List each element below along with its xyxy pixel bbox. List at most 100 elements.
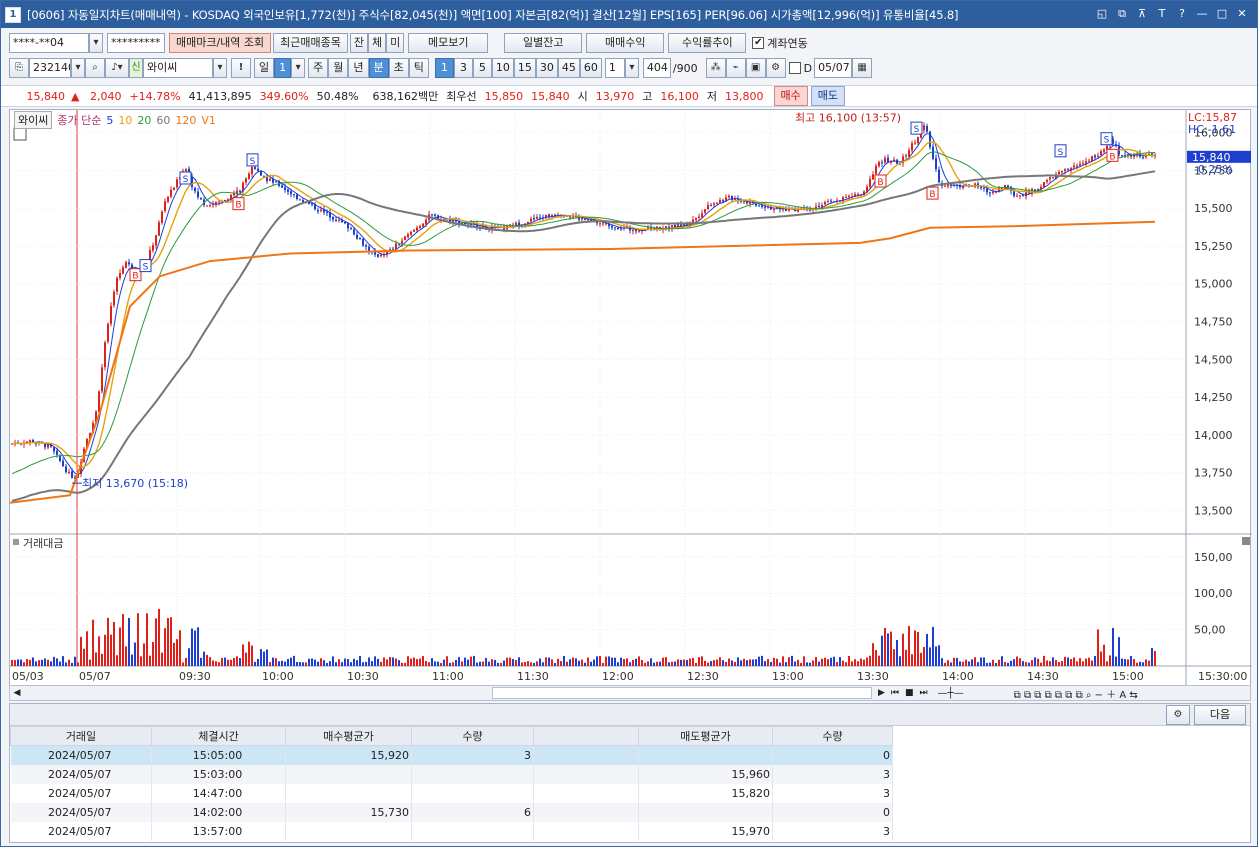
account-link-checkbox[interactable]: ✔: [752, 37, 765, 49]
volume-bar: [443, 659, 445, 666]
chevron-down-icon[interactable]: ▾: [213, 58, 227, 78]
mark-query-button[interactable]: 매매마크/내역 조회: [169, 33, 272, 53]
date-checkbox[interactable]: [788, 62, 801, 74]
volume-bar: [629, 662, 631, 666]
current-pct-label: -0.25%: [1194, 163, 1233, 176]
trade-profit-button[interactable]: 매매수익: [586, 33, 665, 53]
password-field[interactable]: *********: [107, 33, 165, 53]
date-input[interactable]: 05/07: [814, 58, 853, 78]
scroll-left-icon[interactable]: ◀: [10, 688, 24, 698]
daily-balance-button[interactable]: 일별잔고: [504, 33, 583, 53]
volume-bar: [1070, 659, 1072, 666]
minute-15[interactable]: 15: [513, 58, 536, 78]
candle-body: [935, 158, 937, 170]
sell-button[interactable]: 매도: [810, 86, 846, 106]
volume-bar: [107, 617, 109, 666]
candle-body: [407, 234, 409, 238]
volume-bar: [293, 655, 295, 666]
table-row[interactable]: 2024/05/07 14:02:00 15,730 6 0: [10, 802, 893, 822]
chevron-down-icon[interactable]: ▾: [89, 33, 103, 53]
col-buy-qty: 수량: [411, 726, 534, 746]
legend-stock-name[interactable]: 와이씨: [14, 111, 53, 129]
minute-45[interactable]: 45: [557, 58, 580, 78]
indicator-icon[interactable]: ⁂: [705, 58, 726, 78]
volume-bar: [386, 659, 388, 666]
volume-bar: [845, 662, 847, 666]
volume-bar: [263, 651, 265, 666]
period-day[interactable]: 일: [254, 58, 275, 78]
period-second[interactable]: 초: [388, 58, 409, 78]
stock-name-field[interactable]: 와이씨: [143, 58, 213, 78]
minute-3[interactable]: 3: [453, 58, 473, 78]
buy-button[interactable]: 매수: [773, 86, 808, 106]
chart-scrollbar[interactable]: ◀ ▶ ⏮ ■ ⏭ —┼— ⧉ ⧉ ⧉ ⧉ ⧉ ⧉ ⧉ ⌕ − ＋ A ⇆: [9, 685, 1251, 701]
volume-bar: [1112, 627, 1114, 666]
stock-code-input[interactable]: 232140: [29, 58, 71, 78]
table-row[interactable]: 2024/05/07 14:47:00 15,820 3: [10, 783, 893, 803]
pin-icon[interactable]: ⊼: [1133, 6, 1151, 22]
step-input[interactable]: 1: [604, 58, 625, 78]
chevron-down-icon[interactable]: ▾: [71, 58, 85, 78]
text-icon[interactable]: T: [1153, 6, 1171, 22]
price-volume-chart[interactable]: 16,00015,75015,50015,25015,00014,75014,5…: [10, 110, 1252, 688]
close-button[interactable]: ✕: [1233, 6, 1251, 22]
volume-bar: [584, 662, 586, 666]
volume-bar: [104, 634, 106, 666]
candle-body: [707, 204, 709, 210]
magnifier-icon[interactable]: ⌕: [85, 58, 105, 78]
toolbox-icons[interactable]: ⧉ ⧉ ⧉ ⧉ ⧉ ⧉ ⧉ ⌕ − ＋ A ⇆: [1014, 686, 1138, 701]
minute-10[interactable]: 10: [491, 58, 514, 78]
stock-search-icon[interactable]: ⎘: [9, 58, 29, 78]
chart-area[interactable]: 16,000 15,750 15,500 15,250 15,000 14,750 14,5…: [9, 109, 1252, 688]
unfilled-button[interactable]: 미: [386, 33, 405, 53]
account-select[interactable]: ****-**04: [9, 33, 89, 53]
count-input[interactable]: 404: [642, 58, 671, 78]
minimize-button[interactable]: —: [1193, 6, 1211, 22]
memo-button[interactable]: 메모보기: [408, 33, 489, 53]
next-button[interactable]: 다음: [1194, 705, 1246, 725]
chevron-down-icon[interactable]: ▾: [624, 58, 639, 78]
period-year[interactable]: 년: [348, 58, 369, 78]
dock-icon[interactable]: ◱: [1093, 6, 1111, 22]
trade-amount: 638,162백만: [372, 90, 439, 103]
volume-bar: [80, 636, 82, 666]
time-label: 15:30:00: [1198, 670, 1247, 683]
stop-icon[interactable]: ■: [905, 688, 914, 698]
table-row[interactable]: 2024/05/07 15:05:00 15,920 3 0: [10, 745, 893, 765]
zoom-slider[interactable]: —┼—: [938, 688, 1008, 699]
table-row[interactable]: 2024/05/07 15:03:00 15,960 3: [10, 764, 893, 784]
minute-1[interactable]: 1: [434, 58, 454, 78]
gear-icon[interactable]: ⚙: [1166, 705, 1190, 725]
warning-icon[interactable]: !: [231, 58, 251, 78]
return-trend-button[interactable]: 수익률추이: [668, 33, 747, 53]
cascade-icon[interactable]: ⧉: [1113, 6, 1131, 22]
chevron-down-icon[interactable]: ▾: [291, 58, 306, 78]
pattern-icon[interactable]: ⌁: [725, 58, 746, 78]
minute-30[interactable]: 30: [535, 58, 558, 78]
scroll-thumb[interactable]: [492, 687, 872, 699]
forward-icon[interactable]: ⏭: [920, 688, 928, 698]
save-icon[interactable]: ▣: [745, 58, 766, 78]
scroll-right-icon[interactable]: ▶: [878, 688, 885, 698]
gear-icon[interactable]: ⚙: [765, 58, 786, 78]
balance-button[interactable]: 잔: [349, 33, 369, 53]
minute-60[interactable]: 60: [579, 58, 602, 78]
period-month[interactable]: 월: [328, 58, 349, 78]
volume-bar: [137, 613, 139, 666]
period-tick[interactable]: 틱: [408, 58, 429, 78]
volume-bar: [17, 659, 19, 666]
calendar-icon[interactable]: ▦: [852, 58, 873, 78]
help-icon[interactable]: ?: [1173, 6, 1191, 22]
period-day-count[interactable]: 1: [274, 58, 292, 78]
new-listing-badge: 신: [129, 58, 143, 78]
period-minute[interactable]: 분: [368, 58, 389, 78]
period-week[interactable]: 주: [308, 58, 329, 78]
filled-button[interactable]: 체: [368, 33, 387, 53]
candle-body: [917, 137, 919, 144]
recent-stocks-button[interactable]: 최근매매종목: [273, 33, 348, 53]
speaker-icon[interactable]: ♪▾: [105, 58, 129, 78]
rewind-icon[interactable]: ⏮: [891, 688, 899, 698]
minute-5[interactable]: 5: [472, 58, 492, 78]
table-row[interactable]: 2024/05/07 13:57:00 15,970 3: [10, 821, 893, 841]
maximize-button[interactable]: □: [1213, 6, 1231, 22]
